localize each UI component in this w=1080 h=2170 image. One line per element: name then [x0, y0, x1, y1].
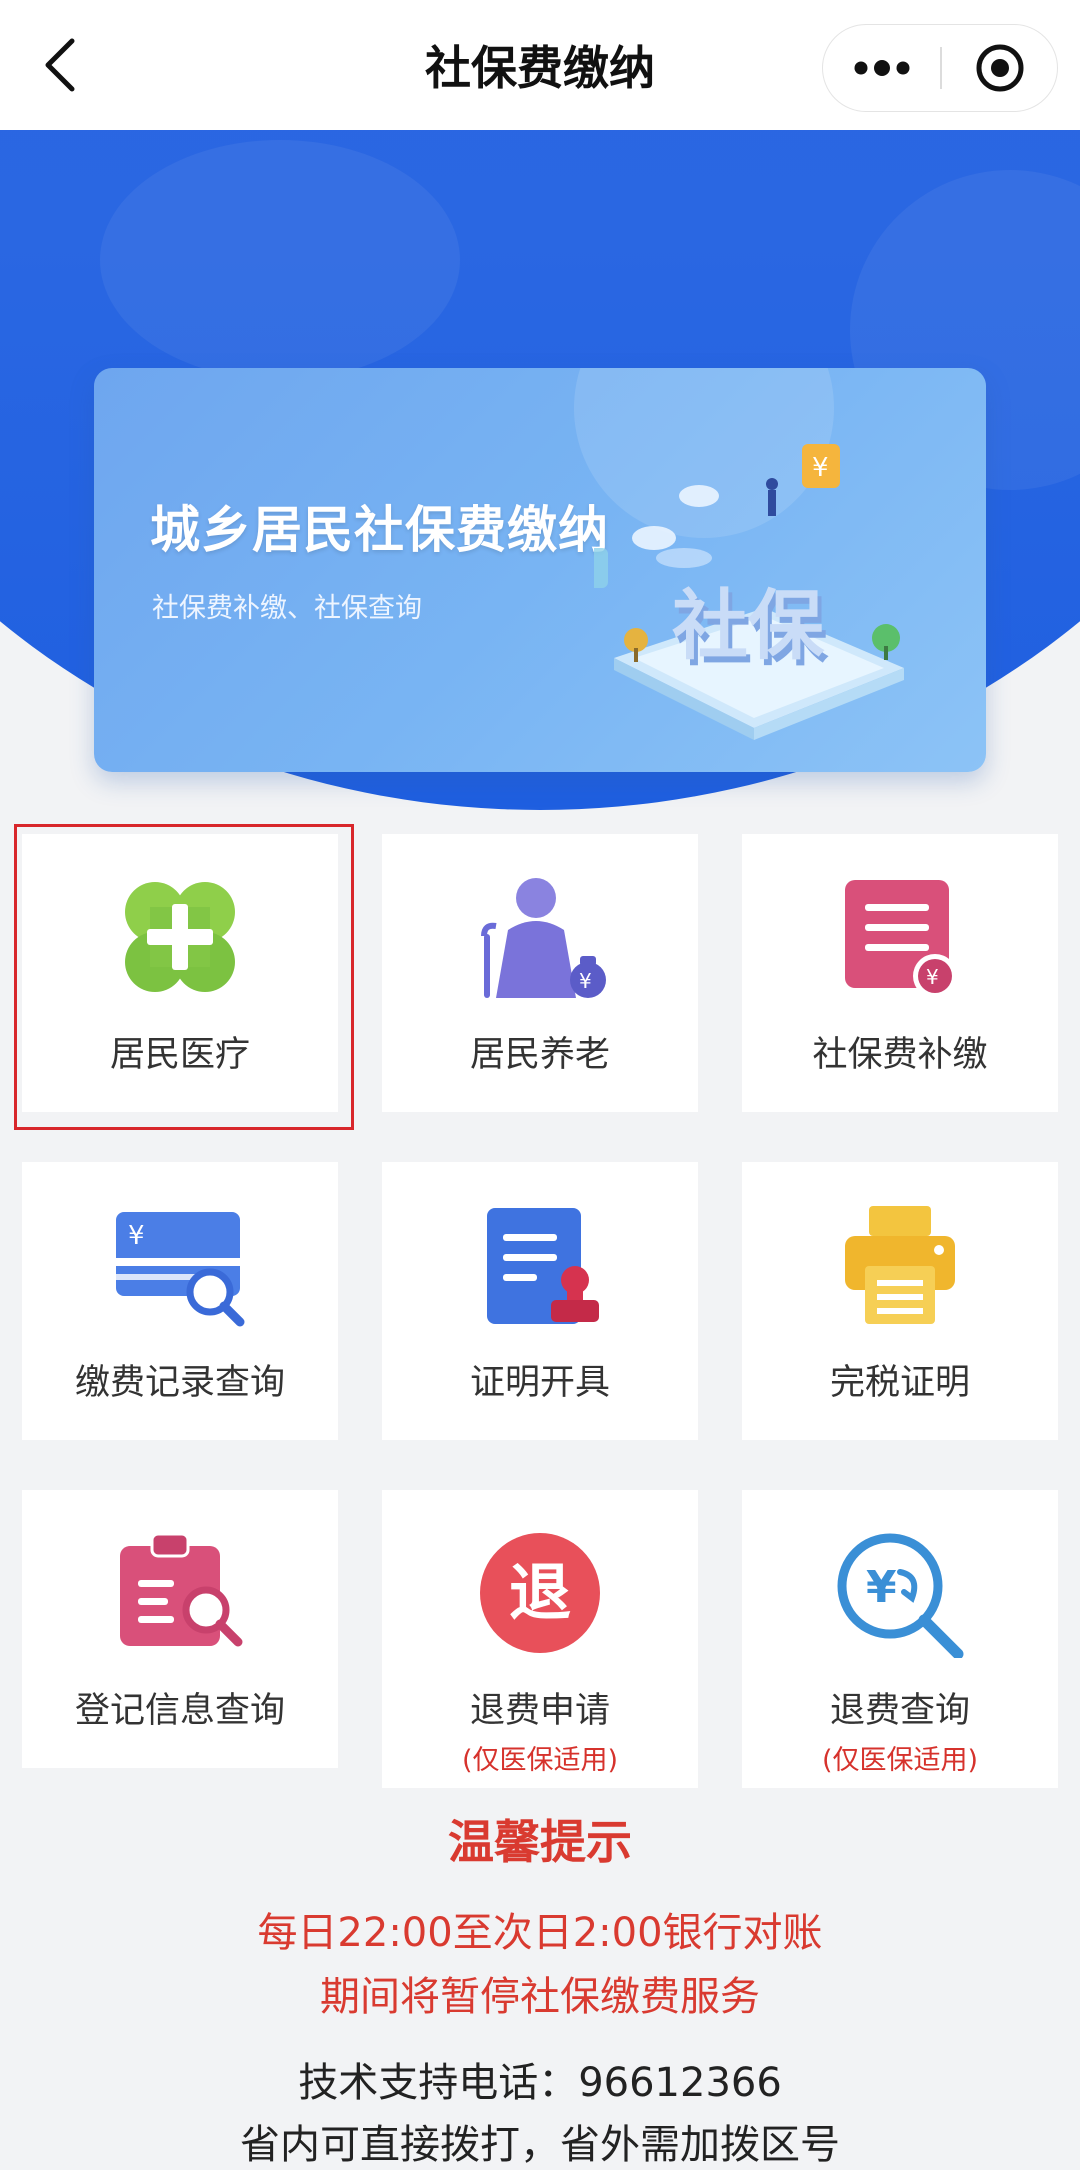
- svg-text:社保: 社保: [672, 581, 825, 670]
- service-label: 完税证明: [829, 1363, 970, 1403]
- refund-search-icon: ¥: [837, 1533, 964, 1658]
- service-label: 社保费补缴: [812, 1035, 988, 1075]
- svg-text:¥: ¥: [579, 969, 592, 993]
- certificate-stamp-icon: [487, 1208, 599, 1324]
- svg-text:¥: ¥: [128, 1221, 145, 1251]
- service-payment-record-query[interactable]: ¥ 缴费记录查询: [22, 1162, 338, 1440]
- clipboard-search-icon: [120, 1532, 243, 1647]
- more-dots-icon: [854, 59, 909, 76]
- medical-cross-icon: [125, 882, 235, 992]
- banner-subtitle: 社保费补缴、社保查询: [152, 593, 422, 624]
- illustration-text: 社保 社保: [672, 581, 829, 676]
- support-phone: 技术支持电话：96612366: [298, 2060, 782, 2106]
- elderly-person-icon: ¥: [481, 878, 606, 998]
- service-refund-application[interactable]: 退 退费申请 (仅医保适用): [382, 1490, 698, 1788]
- svg-text:退: 退: [509, 1556, 571, 1629]
- service-resident-medical[interactable]: 居民医疗: [22, 834, 338, 1112]
- service-label: 退费查询: [829, 1691, 970, 1731]
- service-refund-query[interactable]: ¥ 退费查询 (仅医保适用): [742, 1490, 1058, 1788]
- service-label: 退费申请: [469, 1691, 610, 1731]
- notice-title: 温馨提示: [448, 1815, 632, 1869]
- service-label: 居民医疗: [109, 1035, 250, 1075]
- document-yen-icon: ¥: [845, 880, 957, 998]
- service-label: 证明开具: [469, 1363, 610, 1403]
- target-close-icon: [976, 44, 1023, 91]
- service-tax-certificate[interactable]: 完税证明: [742, 1162, 1058, 1440]
- service-label: 居民养老: [469, 1035, 610, 1075]
- service-certificate-issuance[interactable]: 证明开具: [382, 1162, 698, 1440]
- social-security-illustration: 社保 社保 ¥: [594, 444, 904, 740]
- printer-icon: [845, 1206, 955, 1324]
- navigation-bar: 社保费缴纳: [0, 0, 1080, 130]
- service-label: 登记信息查询: [74, 1691, 285, 1731]
- mini-program-capsule: [822, 24, 1058, 112]
- chevron-left-icon: [45, 38, 75, 92]
- service-resident-pension[interactable]: ¥ 居民养老: [382, 834, 698, 1112]
- notice-line-2: 期间将暂停社保缴费服务: [320, 1974, 760, 2020]
- service-note: (仅医保适用): [821, 1745, 979, 1776]
- support-dial-note: 省内可直接拨打，省外需加拨区号: [240, 2122, 840, 2168]
- card-search-icon: ¥: [116, 1212, 245, 1327]
- svg-text:¥: ¥: [926, 965, 939, 989]
- svg-text:¥: ¥: [866, 1562, 897, 1613]
- notice-line-1: 每日22:00至次日2:00银行对账: [257, 1910, 823, 1956]
- service-note: (仅医保适用): [461, 1745, 619, 1776]
- refund-badge-icon: 退: [480, 1533, 600, 1653]
- service-supplementary-payment[interactable]: ¥ 社保费补缴: [742, 834, 1058, 1112]
- service-registration-query[interactable]: 登记信息查询: [22, 1490, 338, 1768]
- banner-title: 城乡居民社保费缴纳: [150, 501, 609, 559]
- service-label: 缴费记录查询: [74, 1363, 285, 1403]
- svg-text:¥: ¥: [812, 453, 829, 483]
- close-button[interactable]: [942, 25, 1057, 110]
- more-button[interactable]: [823, 25, 940, 110]
- banner[interactable]: 城乡居民社保费缴纳 社保费补缴、社保查询 社保 社保 ¥: [94, 368, 986, 772]
- back-button[interactable]: [30, 30, 90, 100]
